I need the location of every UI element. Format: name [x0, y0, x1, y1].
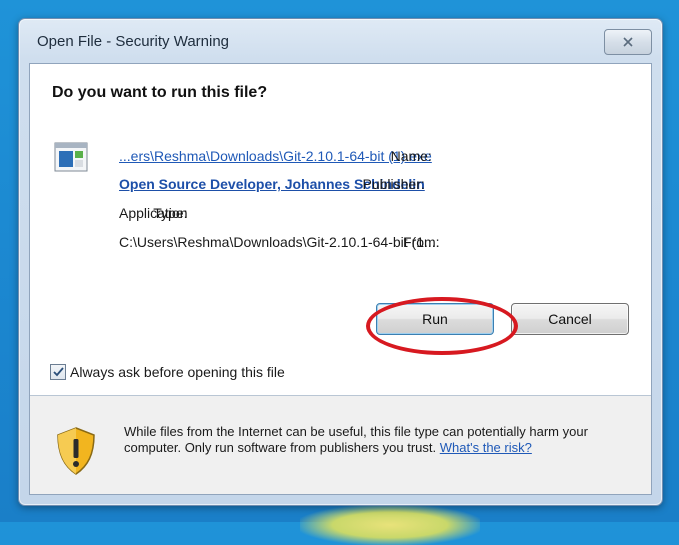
dialog-content: Do you want to run this file? Name: ...er… — [29, 63, 652, 495]
file-info-panel: Do you want to run this file? Name: ...er… — [30, 64, 651, 394]
warning-panel: While files from the Internet can be use… — [30, 396, 651, 494]
type-label: Type: — [153, 205, 188, 221]
cancel-button[interactable]: Cancel — [511, 303, 629, 335]
run-highlight-circle — [366, 297, 518, 355]
warning-message: While files from the Internet can be use… — [124, 424, 614, 456]
dialog-heading: Do you want to run this file? — [52, 84, 268, 101]
from-row: From: C:\Users\Reshma\Downloads\Git-2.10.… — [110, 234, 440, 254]
window-title: Open File - Security Warning — [37, 33, 230, 50]
publisher-label: Publisher: — [362, 176, 425, 192]
security-warning-dialog: Open File - Security Warning Do you want… — [18, 18, 663, 506]
checkmark-icon — [52, 367, 64, 377]
desktop-background-glow — [300, 505, 480, 545]
close-button[interactable] — [604, 29, 652, 55]
name-label: Name: — [390, 148, 432, 164]
always-ask-checkbox[interactable] — [50, 364, 66, 380]
publisher-row: Publisher: Open Source Developer, Johanne… — [110, 176, 425, 196]
name-row: Name: ...ers\Reshma\Downloads\Git-2.10.1-… — [110, 148, 432, 168]
type-row: Type: Application — [110, 205, 188, 225]
from-label: From: — [403, 234, 440, 250]
application-icon — [54, 142, 88, 172]
whats-the-risk-link[interactable]: What's the risk? — [440, 440, 532, 455]
title-bar[interactable]: Open File - Security Warning — [19, 19, 662, 61]
shield-warning-icon — [57, 427, 95, 475]
always-ask-label[interactable]: Always ask before opening this file — [70, 364, 285, 380]
close-icon — [623, 37, 633, 47]
